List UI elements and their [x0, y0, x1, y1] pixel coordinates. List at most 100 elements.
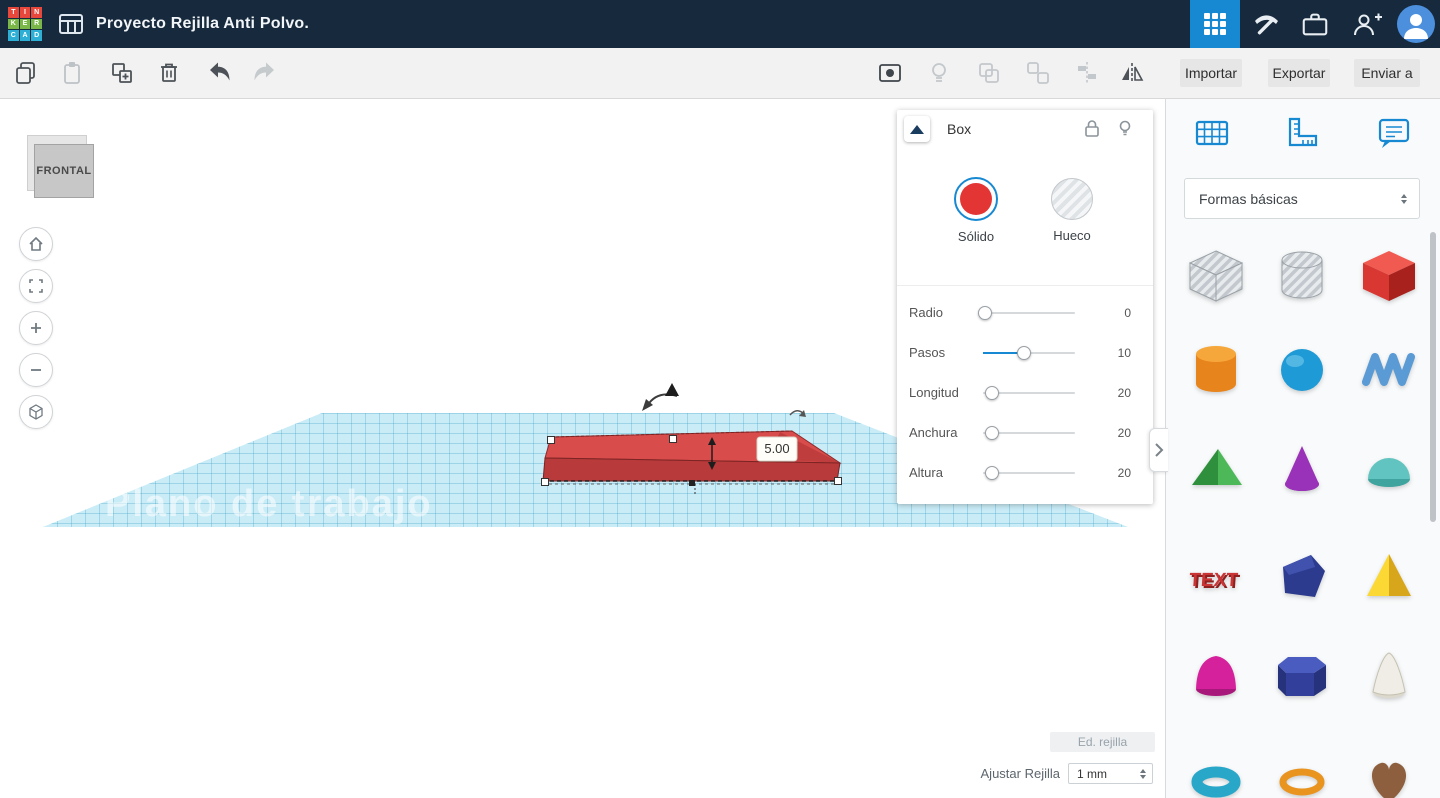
- workspaces-active-tab[interactable]: [1190, 0, 1240, 48]
- shape-cylinder[interactable]: [1181, 335, 1251, 405]
- dashboard-icon[interactable]: [54, 0, 88, 48]
- slider-value: 10: [1117, 346, 1131, 360]
- slider-track[interactable]: [983, 346, 1075, 360]
- shape-torus[interactable]: [1181, 745, 1251, 798]
- duplicate-button[interactable]: [108, 59, 136, 87]
- trash-icon: [161, 63, 177, 82]
- logo-tile: C: [8, 30, 19, 41]
- show-all-button[interactable]: [876, 59, 904, 87]
- shape-polygon[interactable]: [1267, 543, 1337, 613]
- copy-button[interactable]: [12, 59, 40, 87]
- edit-grid-button[interactable]: Ed. rejilla: [1050, 732, 1155, 752]
- slider-handle[interactable]: [985, 426, 1000, 440]
- scale-handle[interactable]: [834, 477, 842, 485]
- shape-paraboloid[interactable]: [1181, 641, 1251, 711]
- show-all-icon: [879, 64, 901, 82]
- lightbulb-icon: [1119, 120, 1131, 136]
- export-button[interactable]: Exportar: [1268, 59, 1330, 87]
- align-button[interactable]: [1073, 59, 1101, 87]
- logo-tile: A: [19, 30, 31, 41]
- shape-roof[interactable]: [1181, 435, 1251, 505]
- slider-label: Pasos: [909, 345, 946, 360]
- shape-hex-prism[interactable]: [1267, 641, 1337, 711]
- slider-value: 20: [1117, 466, 1131, 480]
- solid-color: [960, 183, 992, 215]
- hole-option[interactable]: Hueco: [1032, 177, 1112, 243]
- slider-row-longitud: Longitud 20: [897, 373, 1153, 413]
- logo-tile: N: [31, 7, 42, 18]
- send-to-button[interactable]: Enviar a: [1354, 59, 1420, 87]
- ungroup-button[interactable]: [1024, 59, 1052, 87]
- perspective-toggle-button[interactable]: [19, 395, 53, 429]
- slider-label: Longitud: [909, 385, 959, 400]
- shape-soft-cone[interactable]: [1354, 641, 1424, 711]
- hide-button[interactable]: [925, 59, 953, 87]
- document-title[interactable]: Proyecto Rejilla Anti Polvo.: [96, 0, 309, 48]
- invite-user-button[interactable]: [1344, 0, 1390, 48]
- slider-handle[interactable]: [985, 466, 1000, 480]
- slider-handle[interactable]: [985, 386, 1000, 400]
- inspector-title: Box: [947, 121, 972, 137]
- slider-row-altura: Altura 20: [897, 453, 1153, 493]
- import-button[interactable]: Importar: [1180, 59, 1242, 87]
- tools-button[interactable]: [1243, 0, 1289, 48]
- zoom-out-button[interactable]: [19, 353, 53, 387]
- scale-handle[interactable]: [547, 436, 555, 444]
- snap-grid-dropdown[interactable]: 1 mm: [1068, 763, 1153, 784]
- solid-option[interactable]: Sólido: [936, 177, 1016, 244]
- paste-button[interactable]: [58, 59, 86, 87]
- tinkercad-logo[interactable]: TIN KER CAD: [8, 7, 42, 41]
- view-cube-face[interactable]: FRONTAL: [34, 144, 94, 198]
- home-icon: [29, 236, 43, 251]
- inspector-collapse-button[interactable]: [904, 116, 930, 142]
- delete-button[interactable]: [155, 59, 183, 87]
- shape-half-sphere[interactable]: [1354, 435, 1424, 505]
- group-button[interactable]: [975, 59, 1003, 87]
- shape-sphere[interactable]: [1267, 335, 1337, 405]
- undo-button[interactable]: [205, 59, 233, 87]
- slider-handle[interactable]: [1017, 346, 1032, 360]
- lock-button[interactable]: [1081, 117, 1103, 139]
- midpoint-handle[interactable]: [689, 480, 695, 486]
- logo-tile: K: [8, 18, 19, 30]
- view-cube[interactable]: FRONTAL: [27, 135, 99, 199]
- home-view-button[interactable]: [19, 227, 53, 261]
- slider-row-pasos: Pasos 10: [897, 333, 1153, 373]
- panel-scrollbar[interactable]: [1430, 232, 1436, 522]
- avatar[interactable]: [1397, 5, 1435, 43]
- slider-track[interactable]: [983, 426, 1075, 440]
- duplicate-icon: [112, 63, 132, 83]
- zoom-in-button[interactable]: [19, 311, 53, 345]
- visibility-button[interactable]: [1114, 117, 1136, 139]
- dimension-value[interactable]: 5.00: [764, 441, 789, 456]
- shape-inspector: Box Sólido Hueco Radio 0 Pasos 10 Longitud 20…: [897, 110, 1153, 504]
- shape-cone[interactable]: [1267, 435, 1337, 505]
- height-scale-handle[interactable]: [665, 383, 679, 396]
- minus-icon: [31, 369, 41, 371]
- slider-track[interactable]: [977, 306, 1075, 320]
- slider-track[interactable]: [983, 466, 1075, 480]
- logo-tile: R: [31, 18, 42, 30]
- slider-label: Radio: [909, 305, 943, 320]
- shape-pyramid[interactable]: [1354, 543, 1424, 613]
- shape-box[interactable]: [1354, 241, 1424, 311]
- shape-scribble[interactable]: [1354, 335, 1424, 405]
- slider-list: Radio 0 Pasos 10 Longitud 20 Anchura 20 Altura 20: [897, 293, 1153, 493]
- shape-text[interactable]: TEXT TEXT: [1181, 543, 1251, 613]
- redo-button[interactable]: [251, 59, 279, 87]
- slider-track[interactable]: [983, 386, 1075, 400]
- fit-view-button[interactable]: [19, 269, 53, 303]
- shape-transparent-cylinder[interactable]: [1267, 241, 1337, 311]
- scale-handle[interactable]: [541, 478, 549, 486]
- slider-handle[interactable]: [977, 306, 992, 320]
- shape-transparent-box[interactable]: [1181, 241, 1251, 311]
- shape-heart[interactable]: [1354, 745, 1424, 798]
- panel-collapse-tab[interactable]: [1149, 428, 1168, 472]
- scale-handle[interactable]: [669, 435, 677, 443]
- mirror-button[interactable]: [1118, 59, 1146, 87]
- logo-tile: I: [19, 7, 31, 18]
- selected-shape[interactable]: 5.00: [535, 380, 845, 505]
- lock-icon: [1085, 120, 1099, 137]
- briefcase-button[interactable]: [1292, 0, 1338, 48]
- shape-tube[interactable]: [1267, 745, 1337, 798]
